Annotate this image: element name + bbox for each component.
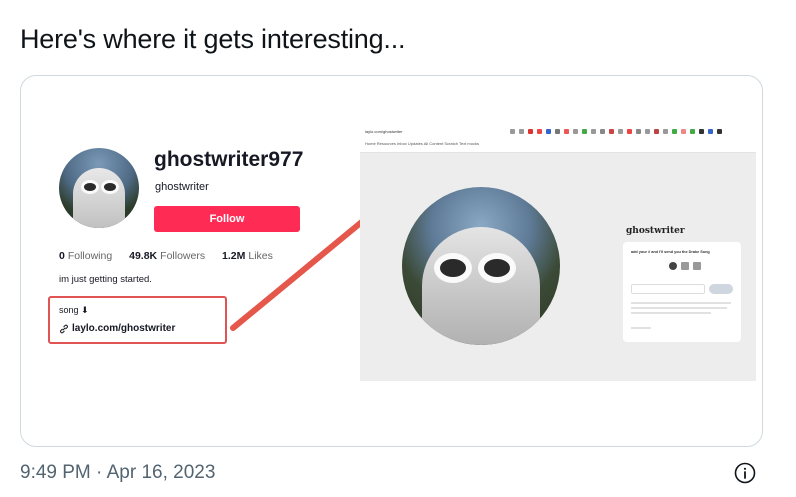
profile-link: laylo.com/ghostwriter: [59, 323, 175, 334]
profile-avatar: [59, 148, 139, 228]
tweet-text: Here's where it gets interesting...: [20, 24, 406, 54]
browser-url: laylo.com/ghostwriter: [365, 129, 403, 134]
profile-username: ghostwriter977: [154, 148, 304, 171]
laylo-signup-card: add your # and I'll send you the Drake S…: [623, 242, 741, 342]
laylo-page: ghostwriter add your # and I'll send you…: [360, 153, 756, 381]
link-icon: [60, 324, 68, 333]
laylo-submit: [709, 284, 733, 294]
laylo-card-text: add your # and I'll send you the Drake S…: [631, 250, 710, 254]
tweet-media-image[interactable]: ghostwriter977 ghostwriter Follow 0 Follo…: [20, 75, 763, 447]
info-icon[interactable]: [734, 462, 756, 484]
following-label: Following: [67, 250, 113, 262]
followers-label: Followers: [160, 250, 206, 262]
calendar-icon: [693, 262, 701, 270]
email-icon: [681, 262, 689, 270]
browser-toolbar: laylo.com/ghostwriter Home Resources Inb…: [360, 125, 756, 153]
following-count: 0: [59, 250, 65, 262]
followers-count: 49.8K: [129, 250, 158, 262]
profile-nickname: ghostwriter: [155, 181, 209, 193]
profile-link-text: laylo.com/ghostwriter: [72, 323, 176, 334]
song-label: song ⬇: [59, 305, 89, 315]
embedded-browser-screenshot: laylo.com/ghostwriter Home Resources Inb…: [360, 125, 756, 381]
laylo-avatar: [402, 187, 560, 345]
highlight-box: [48, 296, 227, 344]
laylo-phone-input: [631, 284, 705, 294]
browser-bookmarks-bar: Home Resources Inbox Updates All Content…: [365, 141, 479, 146]
tweet-timestamp[interactable]: 9:49 PM · Apr 16, 2023: [20, 462, 215, 484]
laylo-page-title: ghostwriter: [626, 226, 685, 236]
sms-icon: [669, 262, 677, 270]
browser-extension-icons: [510, 129, 722, 134]
profile-bio: im just getting started.: [59, 274, 152, 285]
